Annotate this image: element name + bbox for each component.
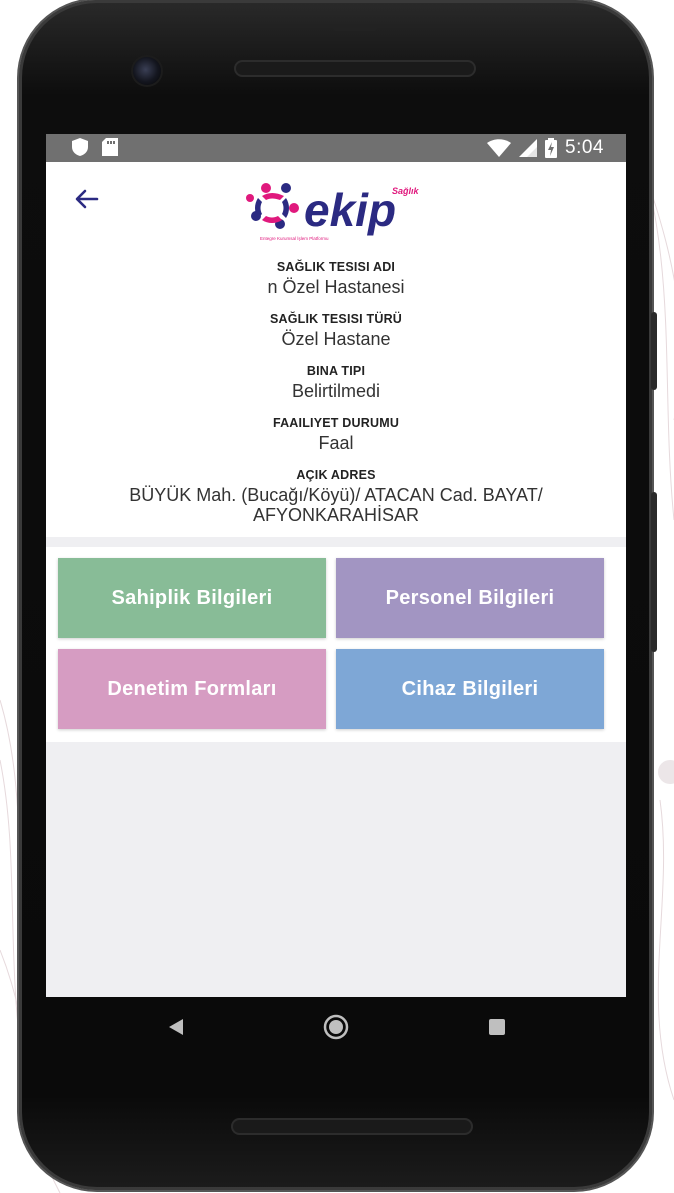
power-button [651, 312, 657, 390]
nav-home-button[interactable] [322, 1013, 350, 1041]
menu-card: Sahiplik Bilgileri Personel Bilgileri De… [46, 547, 626, 742]
shield-icon [72, 138, 88, 156]
facility-name-field: SAĞLIK TESISI ADI n Özel Hastanesi [46, 260, 626, 297]
building-type-label: BINA TIPI [306, 364, 366, 378]
bottom-speaker [231, 1118, 473, 1135]
battery-charging-icon [545, 138, 558, 158]
status-bar: 5:04 [46, 134, 626, 162]
facility-info-card: ekip Sağlık Entegre Kurumsal İşlem Platf… [46, 162, 626, 537]
address-line-2: AFYONKARAHİSAR [252, 505, 420, 525]
logo-text: ekip [304, 184, 396, 236]
activity-status-label: FAAILIYET DURUMU [272, 416, 400, 430]
facility-type-value: Özel Hastane [281, 329, 391, 349]
address-line-1: BÜYÜK Mah. (Bucağı/Köyü)/ ATACAN Cad. BA… [129, 485, 543, 505]
nav-recents-button[interactable] [485, 1015, 509, 1039]
home-circle-icon [323, 1014, 349, 1040]
facility-type-label: SAĞLIK TESISI TÜRÜ [269, 312, 403, 326]
device-info-button[interactable]: Cihaz Bilgileri [336, 649, 604, 729]
recents-square-icon [489, 1019, 505, 1035]
logo-sup: Sağlık [392, 186, 420, 196]
logo-tagline: Entegre Kurumsal İşlem Platformu [260, 235, 329, 241]
volume-button [651, 492, 657, 652]
arrow-left-icon [75, 189, 99, 209]
earpiece-speaker [234, 60, 476, 77]
front-camera [133, 57, 161, 85]
facility-name-label: SAĞLIK TESISI ADI [276, 260, 396, 274]
facility-type-field: SAĞLIK TESISI TÜRÜ Özel Hastane [46, 312, 626, 349]
building-type-value: Belirtilmedi [291, 381, 381, 401]
back-triangle-icon [169, 1019, 183, 1035]
personnel-info-label: Personel Bilgileri [385, 586, 555, 609]
activity-status-field: FAAILIYET DURUMU Faal [46, 416, 626, 453]
inspection-forms-button[interactable]: Denetim Formları [58, 649, 326, 729]
android-nav-bar [46, 997, 626, 1057]
back-button[interactable] [72, 184, 102, 214]
personnel-info-button[interactable]: Personel Bilgileri [336, 558, 604, 638]
ekip-logo-mark: ekip Sağlık Entegre Kurumsal İşlem Platf… [246, 183, 420, 241]
top-sensor [333, 25, 377, 31]
address-label: AÇIK ADRES [296, 468, 376, 482]
sim-card-icon [102, 138, 118, 156]
wifi-icon [487, 139, 512, 157]
signal-icon [519, 139, 538, 157]
nav-back-button[interactable] [164, 1015, 188, 1039]
app-screen: 5:04 ekip Sağlık Entegre Kurumsal İşlem … [46, 134, 626, 997]
building-type-field: BINA TIPI Belirtilmedi [46, 364, 626, 401]
activity-status-value: Faal [318, 433, 354, 453]
ekip-logo: ekip Sağlık Entegre Kurumsal İşlem Platf… [246, 180, 426, 246]
ownership-info-label: Sahiplik Bilgileri [111, 586, 273, 609]
address-field: AÇIK ADRES BÜYÜK Mah. (Bucağı/Köyü)/ ATA… [46, 468, 626, 525]
inspection-forms-label: Denetim Formları [107, 677, 277, 700]
status-time: 5:04 [565, 137, 604, 158]
facility-name-value: n Özel Hastanesi [267, 277, 405, 297]
ownership-info-button[interactable]: Sahiplik Bilgileri [58, 558, 326, 638]
device-info-label: Cihaz Bilgileri [401, 677, 539, 700]
